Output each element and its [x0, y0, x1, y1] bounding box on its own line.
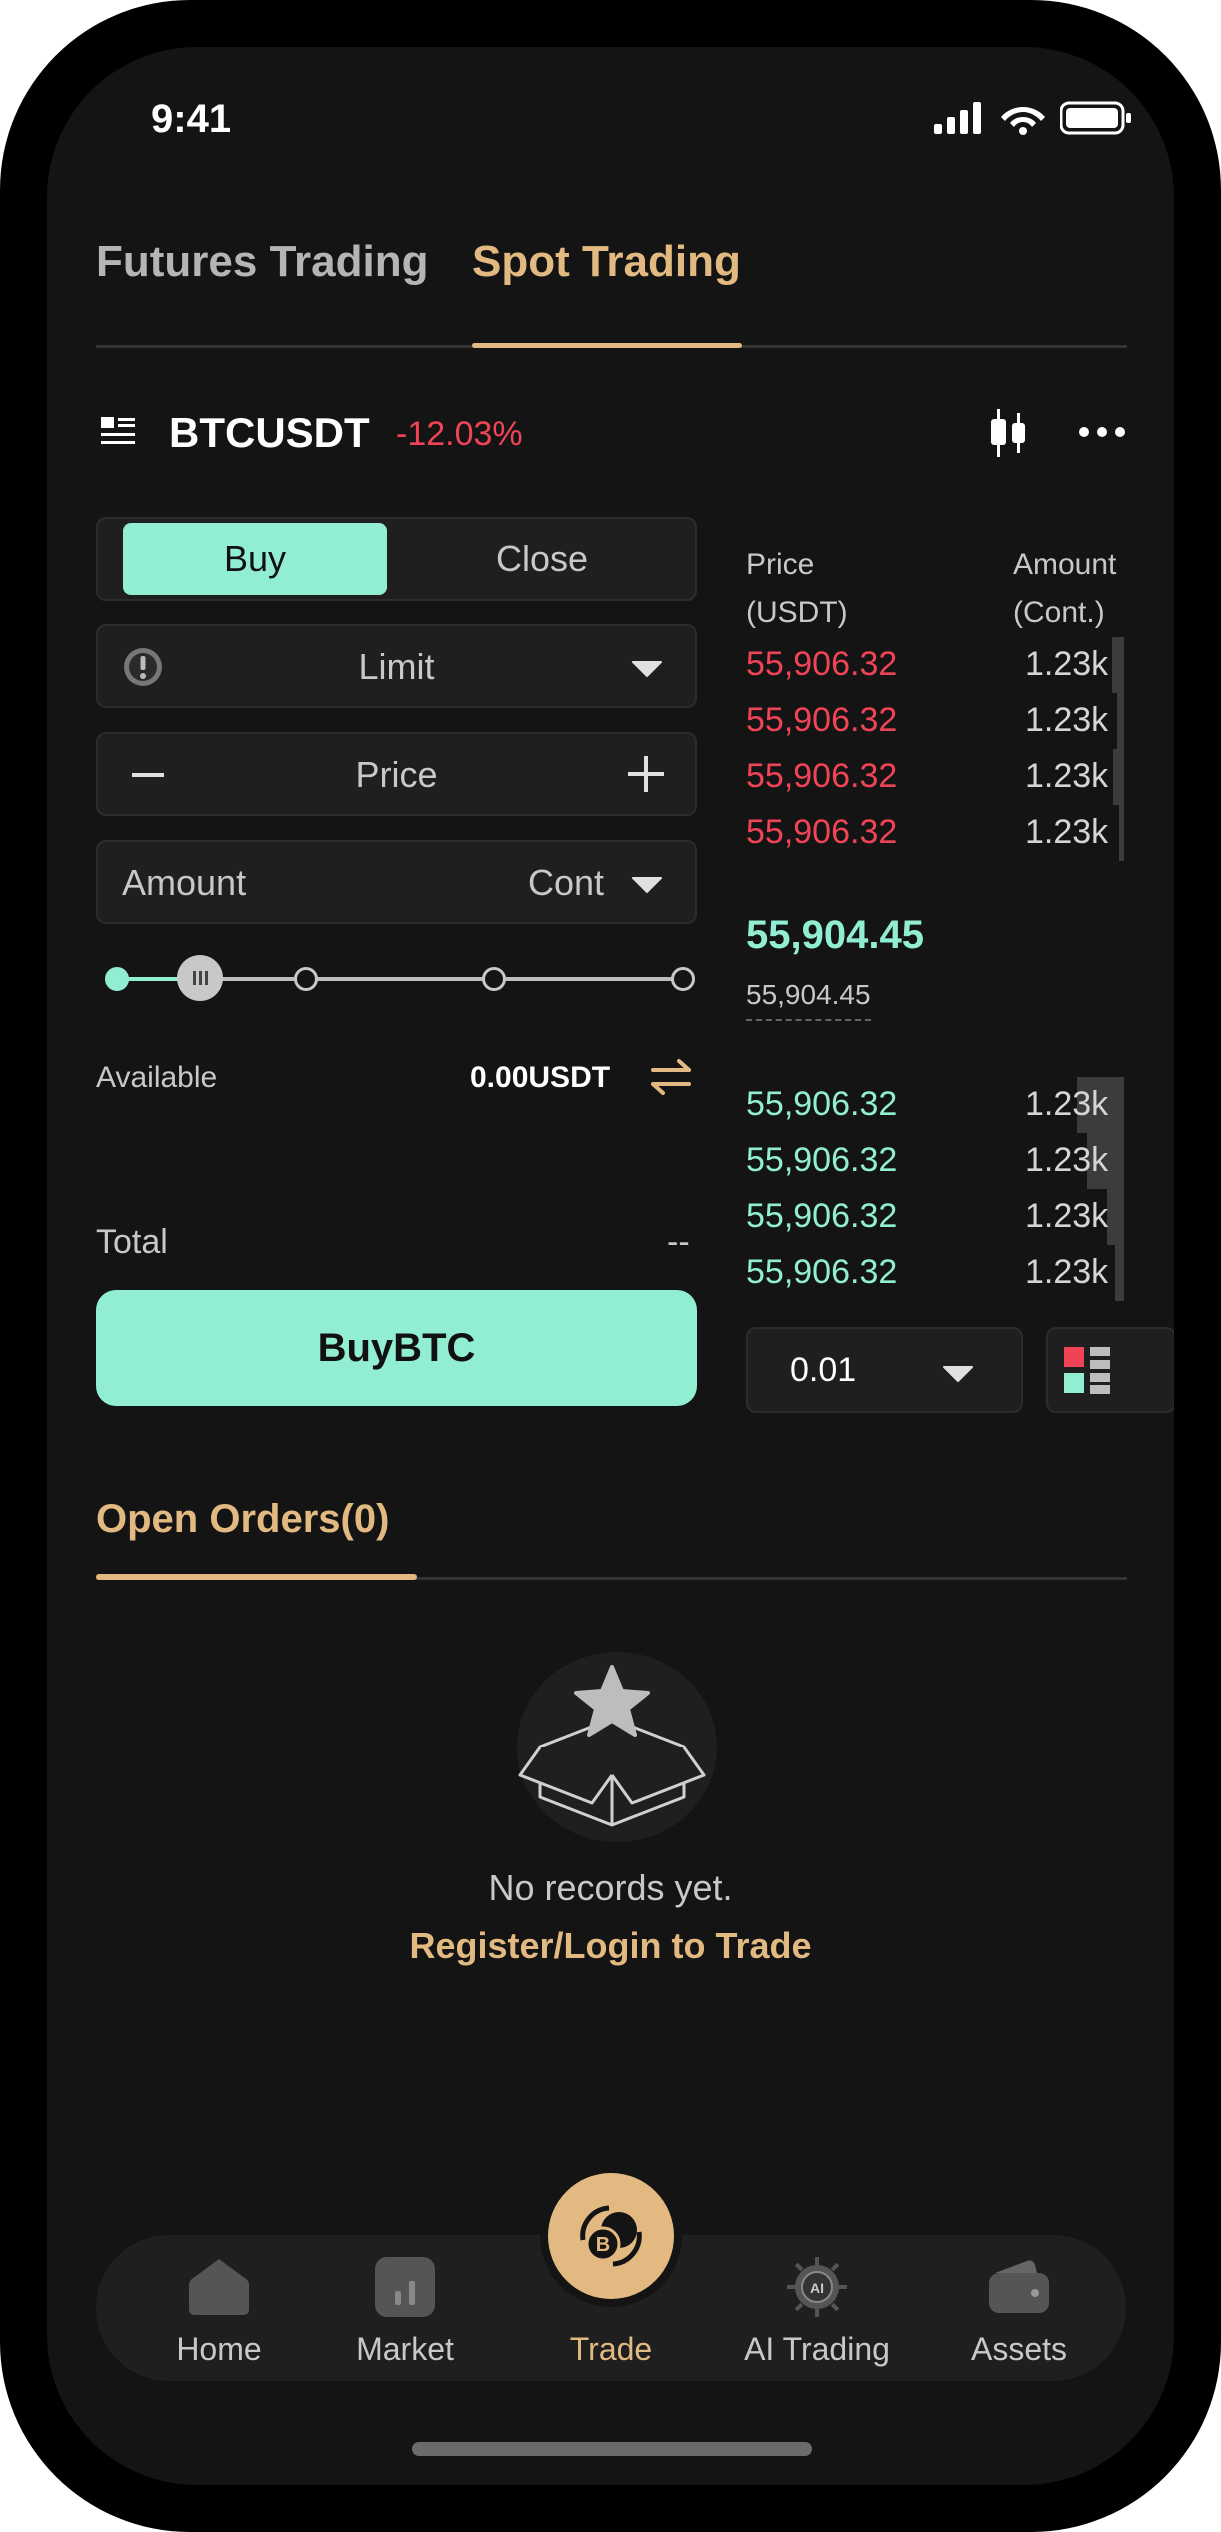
bid-price[interactable]: 55,906.32 [746, 1197, 897, 1236]
tab-spot-trading[interactable]: Spot Trading [472, 237, 741, 287]
nav-home-label: Home [176, 2331, 262, 2367]
bid-depth-bar [1115, 1245, 1124, 1301]
total-value: -- [667, 1223, 690, 1261]
ask-amount: 1.23k [1025, 757, 1109, 795]
bid-amount: 1.23k [1025, 1141, 1109, 1179]
active-tab-indicator [472, 343, 742, 348]
price-placeholder: Price [355, 754, 438, 795]
close-side-button[interactable]: Close [392, 523, 692, 595]
ask-depth-bar [1117, 693, 1124, 749]
ask-depth-bar [1113, 749, 1124, 805]
ask-price[interactable]: 55,906.32 [746, 757, 897, 796]
nav-ai-trading-label: AI Trading [744, 2331, 890, 2367]
amount-input[interactable]: Amount Cont [96, 840, 697, 924]
amount-header: Amount (Cont.) [1013, 541, 1116, 637]
status-icons [934, 101, 1132, 135]
ask-amount: 1.23k [1025, 701, 1109, 739]
transfer-icon[interactable] [649, 1057, 693, 1097]
ask-amount: 1.23k [1025, 813, 1109, 851]
phone-frame: 9:41 Futures Trading Spot Trading BTCUSD… [0, 0, 1221, 2532]
amount-header-label: Amount [1013, 548, 1117, 581]
chevron-down-icon [632, 661, 662, 677]
order-type-label: Limit [358, 646, 435, 687]
order-type-select[interactable]: Limit [96, 624, 697, 708]
price-header-label: Price [746, 548, 815, 581]
amount-header-unit: (Cont.) [1013, 596, 1105, 629]
ask-depth-bar [1112, 637, 1124, 693]
home-icon [189, 2259, 249, 2315]
ai-chip-icon: AI [787, 2257, 847, 2317]
chevron-down-icon [943, 1366, 973, 1382]
slider-stop-50[interactable] [294, 967, 318, 991]
nav-home[interactable]: Home [129, 2257, 309, 2368]
empty-box-icon [517, 1652, 717, 1842]
bid-price[interactable]: 55,906.32 [746, 1141, 897, 1180]
price-header: Price (USDT) [746, 541, 848, 637]
buy-side-button[interactable]: Buy [123, 523, 387, 595]
last-price: 55,904.45 [746, 913, 924, 957]
ask-price[interactable]: 55,906.32 [746, 813, 897, 852]
battery-icon [1060, 101, 1131, 135]
slider-stop-100[interactable] [671, 967, 695, 991]
price-input[interactable]: Price [96, 732, 697, 816]
ask-depth-bar [1119, 805, 1124, 861]
status-time: 9:41 [151, 97, 232, 141]
bid-amount: 1.23k [1025, 1197, 1109, 1235]
increase-price-icon[interactable] [628, 756, 664, 792]
precision-select[interactable]: 0.01 [746, 1327, 1023, 1413]
open-orders-tab[interactable]: Open Orders(0) [96, 1497, 389, 1542]
chevron-down-icon [632, 877, 662, 893]
ask-amount: 1.23k [1025, 645, 1109, 683]
total-label: Total [96, 1223, 168, 1261]
price-change: -12.03% [396, 415, 523, 453]
precision-value: 0.01 [790, 1351, 857, 1389]
amount-placeholder: Amount [122, 862, 247, 903]
nav-assets[interactable]: Assets [929, 2257, 1109, 2368]
buy-btc-button[interactable]: BuyBTC [96, 1290, 697, 1406]
ask-price[interactable]: 55,906.32 [746, 645, 897, 684]
slider-stop-75[interactable] [482, 967, 506, 991]
wallet-icon [989, 2260, 1049, 2313]
mark-price[interactable]: 55,904.45 [746, 979, 871, 1021]
more-options-icon[interactable] [1077, 425, 1127, 444]
home-indicator[interactable] [412, 2442, 812, 2456]
available-label: Available [96, 1061, 218, 1094]
slider-stop-0[interactable] [105, 967, 129, 991]
orderbook-layout-icon [1064, 1347, 1110, 1394]
nav-trade-label: Trade [569, 2331, 653, 2367]
tab-futures-trading[interactable]: Futures Trading [96, 237, 428, 287]
trading-pair[interactable]: BTCUSDT [169, 409, 370, 457]
open-orders-indicator [96, 1574, 417, 1580]
bid-amount: 1.23k [1025, 1253, 1109, 1291]
signal-icon [934, 102, 981, 134]
candlestick-chart-icon[interactable] [988, 409, 1030, 462]
amount-unit-select[interactable]: Cont [528, 862, 604, 904]
bid-price[interactable]: 55,906.32 [746, 1253, 897, 1292]
nav-market[interactable]: Market [315, 2257, 495, 2368]
amount-slider-thumb[interactable] [177, 955, 223, 1001]
empty-state-text: No records yet. [488, 1867, 733, 1908]
pair-list-icon[interactable] [99, 413, 137, 456]
svg-text:B: B [596, 2234, 610, 2256]
nav-trade[interactable]: Trade [521, 2257, 701, 2368]
register-login-link[interactable]: Register/Login to Trade [47, 1925, 1174, 1967]
wifi-icon [1001, 107, 1045, 135]
nav-market-label: Market [356, 2331, 454, 2367]
app-screen: 9:41 Futures Trading Spot Trading BTCUSD… [47, 47, 1174, 2485]
market-icon [375, 2257, 435, 2317]
nav-assets-label: Assets [970, 2331, 1068, 2367]
available-value: 0.00USDT [470, 1061, 611, 1094]
nav-ai-trading[interactable]: AI AI Trading [727, 2257, 907, 2368]
bid-depth-bar [1107, 1189, 1124, 1245]
ask-price[interactable]: 55,906.32 [746, 701, 897, 740]
orderbook-layout-button[interactable] [1046, 1327, 1174, 1413]
price-header-unit: (USDT) [746, 596, 848, 629]
svg-text:AI: AI [810, 2280, 824, 2296]
bid-price[interactable]: 55,906.32 [746, 1085, 897, 1124]
bid-amount: 1.23k [1025, 1085, 1109, 1123]
